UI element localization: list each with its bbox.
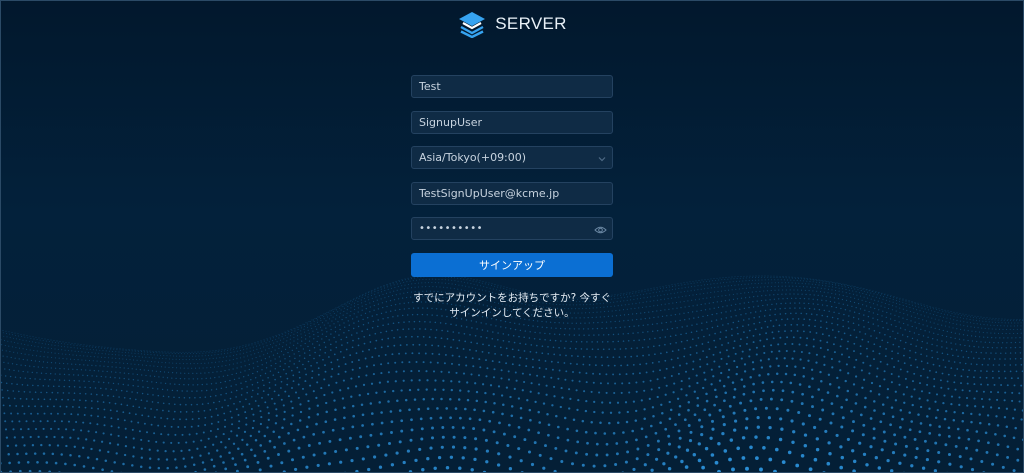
timezone-value: Asia/Tokyo(+09:00) xyxy=(419,151,527,164)
password-value: •••••••••• xyxy=(419,223,483,234)
password-field[interactable]: •••••••••• xyxy=(411,217,613,240)
email-field[interactable]: TestSignUpUser@kcme.jp xyxy=(411,181,613,205)
email-value: TestSignUpUser@kcme.jp xyxy=(419,186,560,200)
signup-page: SERVER Test SignupUser Asia/Tokyo(+09:00… xyxy=(0,0,1024,473)
last-name-field[interactable]: SignupUser xyxy=(411,110,613,134)
chevron-down-icon xyxy=(597,147,607,170)
first-name-field[interactable]: Test xyxy=(411,75,613,98)
signup-button[interactable]: サインアップ xyxy=(411,252,613,277)
signup-form: Test SignupUser Asia/Tokyo(+09:00) TestS… xyxy=(411,75,613,321)
brand-header: SERVER xyxy=(1,10,1023,38)
last-name-value: SignupUser xyxy=(419,115,483,129)
first-name-value: Test xyxy=(419,80,441,93)
stacked-layers-icon xyxy=(457,10,487,38)
timezone-select[interactable]: Asia/Tokyo(+09:00) xyxy=(411,146,613,169)
signin-link[interactable]: すでにアカウントをお持ちですか? 今すぐサインインしてください。 xyxy=(411,291,613,321)
eye-icon[interactable] xyxy=(594,218,607,241)
brand-name: SERVER xyxy=(495,14,567,33)
